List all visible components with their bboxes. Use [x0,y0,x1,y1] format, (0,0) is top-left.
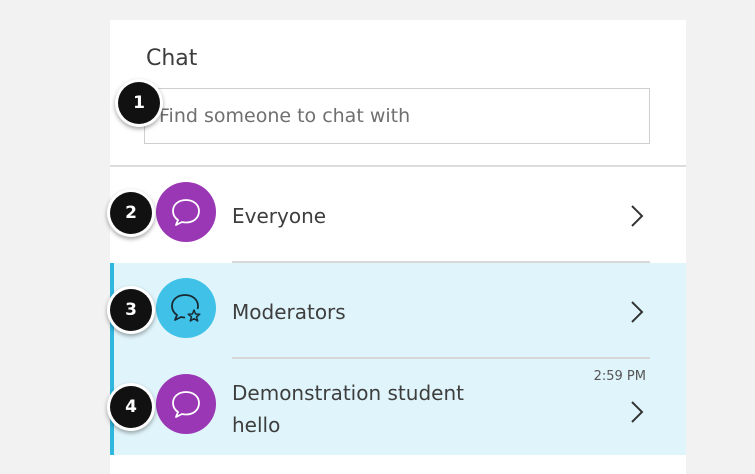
avatar-demonstration-student [156,374,216,434]
chevron-right-icon [631,205,644,227]
chat-row-label: Moderators [232,300,346,324]
chat-row-moderators[interactable]: Moderators [110,263,686,359]
speech-bubble-icon [172,391,200,418]
avatar-moderators [156,278,216,338]
last-message-preview: hello [232,413,281,437]
chat-title: Chat [146,46,198,71]
search-input[interactable] [144,88,650,144]
speech-bubble-star-icon [171,294,201,322]
chat-panel: Chat Everyone Moderators [110,20,686,474]
callout-badge-3: 3 [110,289,152,331]
speech-bubble-icon [172,199,200,226]
chat-row-demonstration-student[interactable]: 2:59 PM Demonstration student hello [110,359,686,455]
chevron-right-icon [631,401,644,423]
chat-row-label: Everyone [232,204,327,228]
callout-badge-1: 1 [118,82,160,124]
chat-row-everyone[interactable]: Everyone [110,167,686,263]
chevron-right-icon [631,301,644,323]
chat-row-label: Demonstration student [232,381,464,405]
message-timestamp: 2:59 PM [593,369,646,384]
callout-badge-4: 4 [110,386,152,428]
avatar-everyone [156,182,216,242]
callout-badge-2: 2 [110,192,152,234]
